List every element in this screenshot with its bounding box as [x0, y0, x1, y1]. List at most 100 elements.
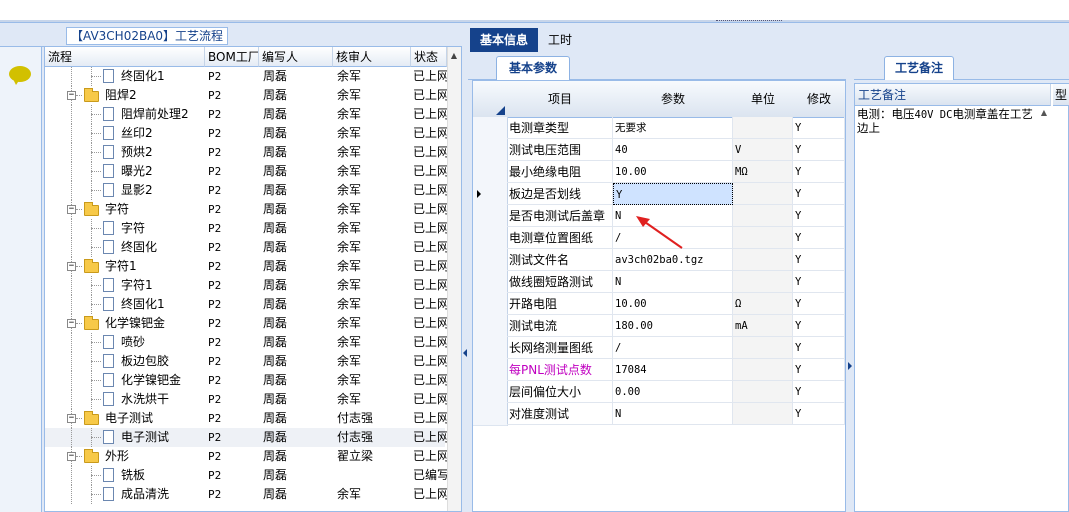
params-grid: 项目 参数 单位 修改 电测章类型 无要求 Y 测试电压范围 40 V Y 最小绝缘电阻 10.…: [472, 80, 846, 512]
collapse-toggle-icon[interactable]: −: [67, 262, 76, 271]
tree-row[interactable]: 化学镍钯金 P2 周磊 余军 已上网: [45, 371, 447, 390]
param-row[interactable]: 每PNL测试点数 17084 Y: [473, 359, 845, 382]
tree-row[interactable]: − 电子测试 P2 周磊 付志强 已上网: [45, 409, 447, 428]
param-row[interactable]: 层间偏位大小 0.00 Y: [473, 381, 845, 404]
param-item: 测试文件名: [507, 249, 613, 271]
param-row[interactable]: 测试电压范围 40 V Y: [473, 139, 845, 162]
row-selector[interactable]: [473, 359, 508, 382]
param-row[interactable]: 对准度测试 N Y: [473, 403, 845, 426]
param-value[interactable]: 10.00: [613, 293, 733, 315]
row-selector[interactable]: [473, 161, 508, 184]
param-value[interactable]: N: [613, 271, 733, 293]
tab-work-hours[interactable]: 工时: [540, 28, 580, 52]
row-selector[interactable]: [473, 227, 508, 250]
param-row[interactable]: 测试电流 180.00 mA Y: [473, 315, 845, 338]
tree-row[interactable]: 显影2 P2 周磊 余军 已上网: [45, 181, 447, 200]
tree-row[interactable]: 曝光2 P2 周磊 余军 已上网: [45, 162, 447, 181]
tree-row[interactable]: − 阻焊2 P2 周磊 余军 已上网: [45, 86, 447, 105]
row-selector[interactable]: [473, 117, 508, 140]
row-selector[interactable]: [473, 403, 508, 426]
row-selector[interactable]: [473, 381, 508, 404]
bom-factory: P2: [208, 431, 222, 444]
column-header-param[interactable]: 参数: [613, 81, 734, 118]
param-value[interactable]: 17084: [613, 359, 733, 381]
row-selector[interactable]: [473, 183, 508, 206]
tree-row[interactable]: 铣板 P2 周磊 已编写: [45, 466, 447, 485]
tree-row[interactable]: 预烘2 P2 周磊 余军 已上网: [45, 143, 447, 162]
column-header-process[interactable]: 流程: [45, 47, 205, 67]
column-header-unit[interactable]: 单位: [733, 81, 794, 118]
tree-row[interactable]: 终固化 P2 周磊 余军 已上网: [45, 238, 447, 257]
param-value[interactable]: 40: [613, 139, 733, 161]
tree-row[interactable]: 成品清洗 P2 周磊 余军 已上网: [45, 485, 447, 504]
tree-row[interactable]: 丝印2 P2 周磊 余军 已上网: [45, 124, 447, 143]
reviewer: 余军: [337, 297, 362, 311]
collapse-left-icon[interactable]: [463, 349, 467, 357]
column-header-item[interactable]: 项目: [507, 81, 614, 118]
column-header-reviewer[interactable]: 核审人: [333, 47, 411, 67]
vertical-splitter-left[interactable]: [462, 23, 468, 512]
tree-row[interactable]: 字符1 P2 周磊 余军 已上网: [45, 276, 447, 295]
collapse-right-icon[interactable]: [848, 362, 852, 370]
param-row[interactable]: 做线圈短路测试 N Y: [473, 271, 845, 294]
scroll-up-arrow-icon[interactable]: ▲: [447, 51, 461, 61]
param-value[interactable]: /: [613, 337, 733, 359]
tree-row[interactable]: 水洗烘干 P2 周磊 余军 已上网: [45, 390, 447, 409]
row-selector[interactable]: [473, 337, 508, 360]
tab-basic-params[interactable]: 基本参数: [496, 56, 570, 80]
row-selector[interactable]: [473, 139, 508, 162]
reviewer: 余军: [337, 316, 362, 330]
param-row[interactable]: 最小绝缘电阻 10.00 MΩ Y: [473, 161, 845, 184]
tree-row[interactable]: − 字符 P2 周磊 余军 已上网: [45, 200, 447, 219]
tab-process-notes[interactable]: 工艺备注: [884, 56, 954, 80]
tree-row[interactable]: − 字符1 P2 周磊 余军 已上网: [45, 257, 447, 276]
column-header-writer[interactable]: 编写人: [259, 47, 333, 67]
notes-scroll-arrow-icon[interactable]: ▲: [1037, 108, 1051, 148]
column-header-notes[interactable]: 工艺备注: [855, 84, 1051, 106]
column-header-status[interactable]: 状态: [411, 47, 447, 67]
row-selector[interactable]: [473, 205, 508, 228]
param-value[interactable]: Y: [613, 183, 733, 205]
column-header-type[interactable]: 型: [1053, 84, 1069, 106]
param-row[interactable]: 开路电阻 10.00 Ω Y: [473, 293, 845, 316]
tree-line: [76, 456, 82, 457]
tree-scrollbar[interactable]: [447, 47, 461, 511]
chat-bubble-icon[interactable]: [9, 66, 31, 85]
param-value[interactable]: N: [613, 403, 733, 425]
tree-row[interactable]: 喷砂 P2 周磊 余军 已上网: [45, 333, 447, 352]
tab-basic-info[interactable]: 基本信息: [470, 28, 538, 52]
param-value[interactable]: 10.00: [613, 161, 733, 183]
collapse-toggle-icon[interactable]: −: [67, 205, 76, 214]
process-name: 显影2: [121, 183, 153, 197]
tree-row[interactable]: 板边包胶 P2 周磊 余军 已上网: [45, 352, 447, 371]
collapse-toggle-icon[interactable]: −: [67, 452, 76, 461]
tree-row[interactable]: − 化学镍钯金 P2 周磊 余军 已上网: [45, 314, 447, 333]
tree-row[interactable]: − 外形 P2 周磊 翟立梁 已上网: [45, 447, 447, 466]
column-header-modify[interactable]: 修改: [793, 81, 845, 118]
row-selector[interactable]: [473, 293, 508, 316]
collapse-toggle-icon[interactable]: −: [67, 414, 76, 423]
param-value[interactable]: 180.00: [613, 315, 733, 337]
tree-row[interactable]: 字符 P2 周磊 余军 已上网: [45, 219, 447, 238]
notes-cell[interactable]: 电测：电压40V DC电测章盖在工艺边上: [857, 108, 1035, 148]
param-value[interactable]: 0.00: [613, 381, 733, 403]
row-selector[interactable]: [473, 271, 508, 294]
row-selector[interactable]: [473, 315, 508, 338]
column-header-bom[interactable]: BOM工厂: [205, 47, 259, 67]
tree-row[interactable]: 终固化1 P2 周磊 余军 已上网: [45, 67, 447, 86]
vertical-splitter-right[interactable]: [846, 46, 854, 512]
collapse-toggle-icon[interactable]: −: [67, 91, 76, 100]
param-value[interactable]: 无要求: [613, 117, 733, 139]
row-selector[interactable]: [473, 249, 508, 272]
collapse-toggle-icon[interactable]: −: [67, 319, 76, 328]
param-row[interactable]: 电测章类型 无要求 Y: [473, 117, 845, 140]
tree-row[interactable]: 阻焊前处理2 P2 周磊 余军 已上网: [45, 105, 447, 124]
tree-line: [76, 266, 82, 267]
tree-row[interactable]: 终固化1 P2 周磊 余军 已上网: [45, 295, 447, 314]
writer: 周磊: [263, 202, 288, 216]
status: 已上网: [413, 335, 447, 349]
param-item: 电测章位置图纸: [507, 227, 613, 249]
param-row[interactable]: 板边是否划线 Y Y: [473, 183, 845, 206]
param-row[interactable]: 长网络测量图纸 / Y: [473, 337, 845, 360]
tree-row[interactable]: 电子测试 P2 周磊 付志强 已上网: [45, 428, 447, 447]
